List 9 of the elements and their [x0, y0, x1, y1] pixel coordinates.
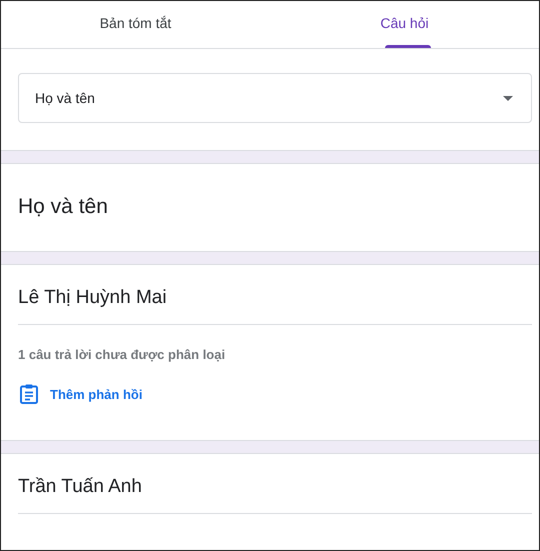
caret-icon [503, 96, 513, 100]
question-dropdown[interactable]: Họ và tên [18, 73, 532, 123]
answer-note: 1 câu trả lời chưa được phân loại [18, 347, 226, 362]
answer-name: Lê Thị Huỳnh Mai [18, 286, 168, 310]
clipboard-icon [20, 384, 38, 404]
answer-name: Trần Tuấn Anh [18, 475, 143, 499]
add-feedback-link[interactable]: Thêm phản hồi [20, 384, 142, 404]
question-title: Họ và tên [18, 194, 109, 220]
tab-indicator [384, 45, 430, 48]
